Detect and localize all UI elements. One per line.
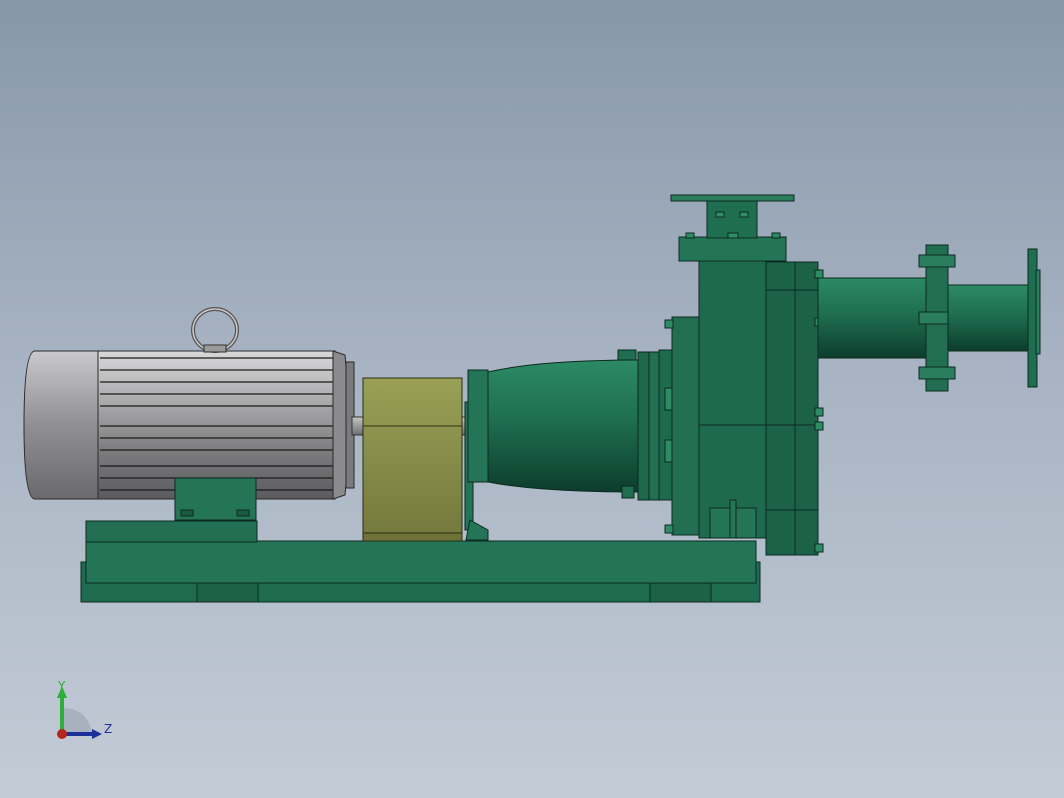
casing-bolt <box>814 407 824 417</box>
bearing-support <box>464 369 489 541</box>
axis-triad-graphic: Y Z <box>57 679 112 739</box>
x-axis-origin <box>57 729 67 739</box>
motor <box>23 350 355 521</box>
suction-flange <box>670 194 795 262</box>
coordinate-triad: Y Z <box>48 676 128 756</box>
casing-bolt <box>814 543 824 553</box>
coupling-guard <box>362 377 463 542</box>
casing-bolt <box>814 269 824 279</box>
y-axis-label: Y <box>57 679 66 693</box>
pump-casing <box>658 257 824 556</box>
lifting-eye <box>191 307 239 353</box>
3d-viewport[interactable]: Y Z <box>0 0 1064 798</box>
z-axis-label: Z <box>104 722 112 736</box>
bearing-housing <box>487 349 660 501</box>
discharge-pipe <box>817 244 1041 392</box>
pump-assembly-model[interactable] <box>0 0 1064 798</box>
casing-bolt <box>814 421 824 431</box>
casing-bolt <box>664 524 674 534</box>
casing-bolt <box>664 319 674 329</box>
